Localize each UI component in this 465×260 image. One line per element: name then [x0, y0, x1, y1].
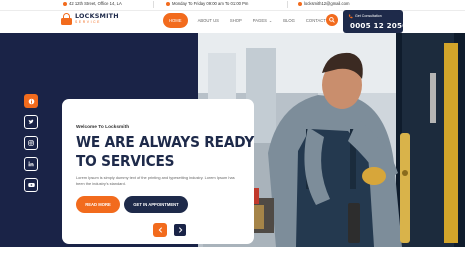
consult-label: Get Consultation: [355, 14, 382, 18]
slider-prev-button[interactable]: [153, 223, 167, 237]
address-text: 42 12th Street, Office 14, LA: [69, 1, 122, 6]
top-info-bar: 42 12th Street, Office 14, LA Monday To …: [0, 0, 465, 10]
info-icon: [28, 98, 34, 104]
phone-icon: [348, 14, 353, 19]
hours-info: Monday To Friday 09:00 am To 01:00 Pm: [166, 1, 248, 6]
hours-text: Monday To Friday 09:00 am To 01:00 Pm: [172, 1, 249, 6]
linkedin-icon: [28, 161, 34, 167]
search-icon: [329, 17, 335, 23]
consultation-box[interactable]: Get Consultation 0005 12 2050: [343, 10, 407, 33]
logo-tagline: SERVICE: [75, 20, 102, 24]
nav-home[interactable]: HOME: [163, 13, 188, 28]
hero-headline-line2: TO SERVICES: [76, 152, 175, 170]
appointment-button[interactable]: GET IN APPOINTMENT: [124, 196, 188, 213]
youtube-link[interactable]: [24, 178, 38, 192]
mail-icon: [298, 1, 302, 6]
chevron-right-icon: [178, 227, 182, 233]
hero-headline: WE ARE ALWAYS READY TO SERVICES: [76, 133, 254, 171]
logo-name: LOCKSMITH: [75, 12, 119, 20]
linkedin-link[interactable]: [24, 157, 38, 171]
youtube-icon: [27, 182, 35, 188]
nav-pages-label: PAGES: [252, 18, 267, 23]
search-button[interactable]: [326, 14, 338, 26]
chevron-left-icon: [158, 227, 162, 233]
nav-about[interactable]: ABOUT US: [198, 18, 219, 23]
hero-description: Lorem Ipsum is simply dummy text of the …: [76, 175, 235, 186]
divider: [287, 1, 288, 8]
instagram-icon: [28, 140, 34, 146]
hero-welcome: Welcome To Locksmith: [76, 125, 130, 130]
twitter-link[interactable]: [24, 115, 38, 129]
padlock-icon: [61, 13, 72, 25]
instagram-link[interactable]: [24, 136, 38, 150]
main-nav: HOME ABOUT US SHOP PAGES ⌄ BLOG CONTACT …: [163, 13, 344, 28]
address-info: 42 12th Street, Office 14, LA: [63, 1, 122, 6]
slider-next-button[interactable]: [173, 223, 187, 237]
nav-blog[interactable]: BLOG: [283, 18, 295, 23]
clock-icon: [166, 1, 170, 6]
chevron-down-icon: ⌄: [268, 18, 273, 23]
info-button[interactable]: [24, 94, 38, 108]
location-icon: [63, 1, 67, 6]
social-sidebar: [24, 94, 38, 192]
read-more-button[interactable]: READ MORE: [76, 196, 120, 213]
email-text[interactable]: locksmith12@gmail.com: [304, 1, 349, 6]
email-info[interactable]: locksmith12@gmail.com: [298, 1, 349, 6]
nav-pages[interactable]: PAGES ⌄: [253, 18, 272, 23]
nav-shop[interactable]: SHOP: [230, 18, 242, 23]
consult-phone[interactable]: 0005 12 2050: [350, 21, 407, 30]
twitter-icon: [28, 119, 34, 124]
hero-headline-line1: WE ARE ALWAYS READY: [76, 133, 255, 151]
site-logo[interactable]: LOCKSMITH SERVICE: [61, 13, 119, 25]
divider: [153, 1, 154, 8]
hero-section: Welcome To Locksmith WE ARE ALWAYS READY…: [0, 33, 465, 247]
